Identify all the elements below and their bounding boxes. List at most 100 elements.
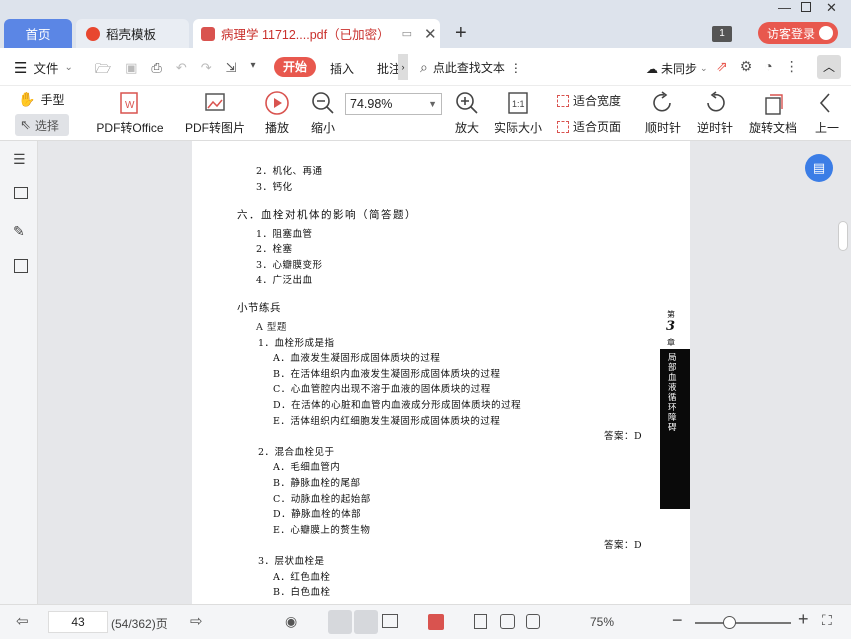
- pdf-to-office-button[interactable]: W PDF转Office: [92, 90, 168, 136]
- previous-page-button[interactable]: 上一: [815, 90, 845, 136]
- page-number-input[interactable]: 43: [48, 611, 108, 633]
- zoom-select[interactable]: 74.98% ▼: [345, 93, 442, 115]
- print-icon[interactable]: ⎙: [151, 60, 161, 82]
- quick-access-toolbar: 🗁 ▣ ⎙ ↶ ↷ ⇲ ▾: [95, 60, 256, 82]
- more-vertical-icon[interactable]: ⋮: [785, 58, 799, 75]
- minimize-icon[interactable]: —: [778, 0, 791, 15]
- sync-status[interactable]: ☁ 未同步 ⌄: [646, 60, 708, 77]
- zoom-out-button[interactable]: 缩小: [306, 90, 340, 136]
- two-page-view-icon[interactable]: [382, 614, 398, 628]
- maximize-icon[interactable]: [801, 2, 811, 12]
- doc-option: D．静脉血栓的体部: [273, 509, 362, 520]
- tab-insert[interactable]: 插入: [330, 60, 354, 77]
- pin-window-icon[interactable]: ▭: [402, 27, 412, 40]
- zoom-slider-track[interactable]: [695, 622, 791, 624]
- zoom-in-button[interactable]: 放大: [450, 90, 484, 136]
- select-tool-button[interactable]: ⇖ 选择: [15, 114, 69, 136]
- tab-home[interactable]: 首页: [4, 19, 72, 48]
- left-sidebar: ☰ ✎: [0, 141, 38, 604]
- redo-icon[interactable]: ↷: [201, 60, 212, 82]
- save-icon[interactable]: ▣: [125, 60, 137, 82]
- open-folder-icon[interactable]: 🗁: [95, 60, 111, 82]
- share-icon[interactable]: ⇗: [716, 58, 728, 75]
- rotate-clockwise-button[interactable]: 顺时针: [643, 90, 683, 136]
- select-label: 选择: [34, 118, 59, 133]
- doc-option: E．心瓣膜上的赘生物: [273, 525, 371, 536]
- single-page-view-icon[interactable]: [328, 610, 352, 634]
- more-vertical-icon[interactable]: ⋮: [510, 61, 522, 75]
- hamburger-icon: ☰: [14, 59, 28, 77]
- play-button[interactable]: 播放: [260, 90, 294, 136]
- main-menu-button[interactable]: ☰ 文件 ⌄: [14, 58, 73, 77]
- floating-action-button[interactable]: ▤: [805, 154, 833, 182]
- hand-icon: ✋: [18, 91, 36, 107]
- tab-pdf-document[interactable]: 病理学 11712....pdf（已加密） ▭ ✕: [193, 19, 440, 48]
- rotate-counterclockwise-label: 逆时针: [696, 121, 733, 135]
- pdf-to-office-icon: W: [120, 92, 138, 114]
- tab-start[interactable]: 开始: [274, 57, 316, 77]
- actual-size-icon[interactable]: [474, 614, 487, 629]
- hand-tool-button[interactable]: ✋ 手型: [18, 91, 64, 108]
- fullscreen-icon[interactable]: ⛶: [822, 612, 832, 629]
- tabs-scroll-right-icon[interactable]: ›: [398, 54, 408, 80]
- pdf-to-image-button[interactable]: PDF转图片: [183, 90, 247, 136]
- fit-page-button[interactable]: 适合页面: [557, 118, 621, 135]
- new-tab-button[interactable]: +: [455, 22, 467, 45]
- next-page-arrow-icon[interactable]: ⇨: [190, 612, 203, 630]
- zoom-percentage[interactable]: 75%: [590, 615, 614, 629]
- more-down-icon[interactable]: ▾: [251, 60, 256, 82]
- zoom-in-plus-icon[interactable]: +: [798, 609, 809, 630]
- page-count: (54/362)页: [111, 617, 168, 631]
- status-bar: ⇦ 43 (54/362)页 ⇨ ◉ 75% − + ⛶: [0, 604, 851, 639]
- search-box[interactable]: ⌕ 点此查找文本 ⋮: [420, 59, 522, 76]
- search-placeholder: 点此查找文本: [432, 61, 505, 75]
- rotate-counterclockwise-button[interactable]: 逆时针: [695, 90, 735, 136]
- eye-protect-icon[interactable]: ◉: [285, 613, 297, 630]
- settings-icon[interactable]: ⚙: [740, 58, 753, 75]
- outline-icon[interactable]: ☰: [13, 151, 26, 168]
- undo-icon[interactable]: ↶: [176, 60, 187, 82]
- zoom-out-minus-icon[interactable]: −: [672, 610, 683, 631]
- window-count-badge[interactable]: 1: [712, 26, 732, 42]
- close-tab-icon[interactable]: ✕: [424, 25, 437, 43]
- fit-page-icon[interactable]: [500, 614, 515, 629]
- doc-subheading: A 型题: [256, 322, 287, 333]
- vertical-scrollbar-thumb[interactable]: [838, 221, 848, 251]
- fit-width-icon: [557, 94, 569, 107]
- doc-option: C．动脉血栓的起始部: [273, 494, 371, 505]
- skin-icon[interactable]: ◔: [764, 58, 772, 75]
- guest-login-button[interactable]: 访客登录: [758, 22, 838, 44]
- top-right-tools: ⇗ ⚙ ◔ ⋮: [716, 58, 799, 75]
- doc-option: E．活体组织内红细胞发生凝固形成固体质块的过程: [273, 416, 501, 427]
- doc-answer: 答案：D: [604, 431, 643, 442]
- actual-size-button[interactable]: 1:1 实际大小: [492, 90, 544, 136]
- fit-width-button[interactable]: 适合宽度: [557, 92, 621, 109]
- fit-page-label: 适合页面: [573, 120, 622, 134]
- rotate-document-button[interactable]: 旋转文档: [747, 90, 799, 136]
- doc-line: 2．栓塞: [256, 244, 293, 255]
- thumbnail-icon[interactable]: [14, 187, 28, 199]
- convert-icon[interactable]: [14, 259, 28, 273]
- hand-label: 手型: [40, 93, 65, 107]
- svg-text:W: W: [125, 100, 135, 111]
- close-window-icon[interactable]: ✕: [826, 0, 837, 16]
- pdf-file-icon: [201, 26, 215, 41]
- prev-page-arrow-icon[interactable]: ⇦: [16, 612, 29, 630]
- export-icon[interactable]: ⇲: [226, 60, 237, 82]
- rotate-document-label: 旋转文档: [748, 121, 797, 135]
- previous-page-label: 上一: [815, 121, 840, 135]
- doc-line: 3．心瓣膜变形: [256, 260, 323, 271]
- tab-daoke-templates[interactable]: 稻壳模板: [76, 19, 189, 48]
- zoom-in-icon: [456, 92, 478, 114]
- zoom-slider-handle[interactable]: [723, 616, 736, 629]
- rotate-document-icon: [765, 94, 783, 115]
- doc-option: B．白色血栓: [273, 587, 331, 598]
- collapse-ribbon-button[interactable]: ︿: [817, 55, 841, 79]
- play-mode-icon[interactable]: [428, 614, 444, 630]
- continuous-view-icon[interactable]: [354, 610, 378, 634]
- annotation-pen-icon[interactable]: ✎: [13, 223, 25, 240]
- cloud-icon: ☁: [646, 61, 658, 76]
- play-icon: [265, 91, 289, 115]
- fit-width-icon[interactable]: [526, 614, 540, 629]
- guest-login-label: 访客登录: [767, 26, 816, 41]
